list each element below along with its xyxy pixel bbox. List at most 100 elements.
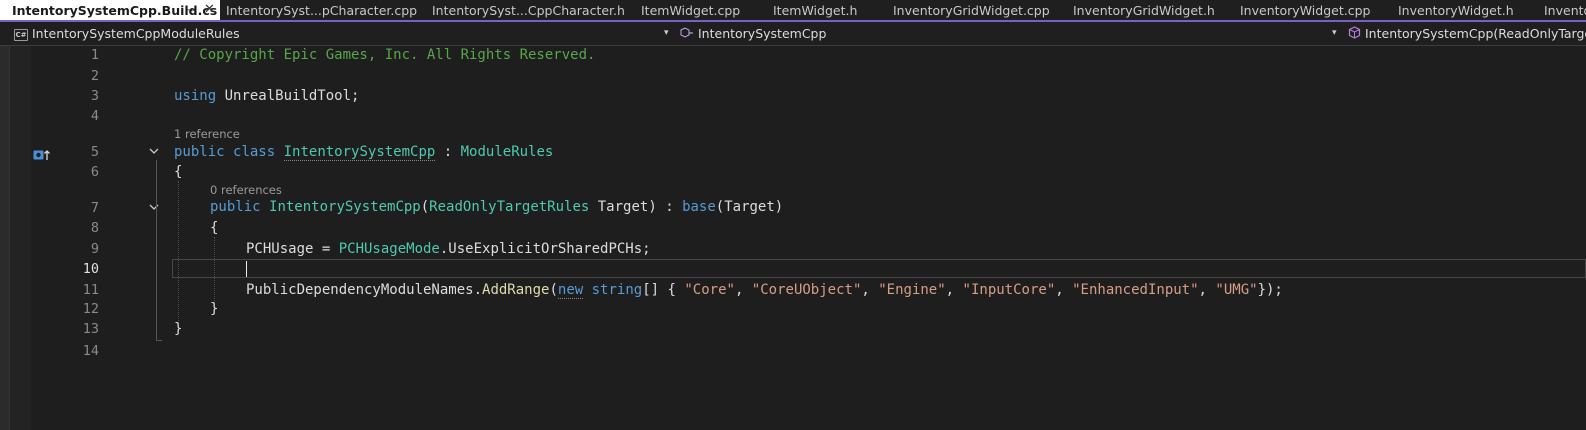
tab-label: ItemWidget.h: [773, 3, 858, 18]
text-caret: [246, 261, 247, 277]
line-number: 12: [82, 301, 99, 317]
class-dropdown[interactable]: IntentorySystemCpp ▾: [680, 22, 1342, 45]
line-number-current: 10: [82, 261, 99, 277]
document-tab-strip: IntentorySystemCpp.Build.cs ⊸ ✕ Intentor…: [0, 0, 1586, 22]
tab-inventorygridwidget-h[interactable]: InventoryGridWidget.h: [1061, 0, 1227, 20]
collapse-chevron-icon[interactable]: [149, 146, 161, 158]
code-line-7[interactable]: public IntentorySystemCpp(ReadOnlyTarget…: [210, 197, 783, 217]
punctuation: ,: [734, 282, 752, 298]
member-dropdown[interactable]: IntentorySystemCpp(ReadOnlyTargetRules T…: [1348, 22, 1586, 45]
tab-inventory-overflow[interactable]: Inventory: [1532, 0, 1586, 20]
punctuation: ,: [1198, 282, 1216, 298]
tab-character-h[interactable]: IntentorySyst...CppCharacter.h: [420, 0, 628, 20]
string-literal: "Core": [684, 282, 735, 298]
class-icon: [680, 23, 694, 45]
code-line-6[interactable]: {: [174, 162, 182, 182]
line-number: 5: [90, 144, 99, 160]
constructor-name: IntentorySystemCpp: [269, 199, 421, 215]
assignment: PCHUsage =: [246, 241, 339, 257]
line-number: 9: [90, 241, 99, 257]
tab-label: InventoryGridWidget.h: [1073, 3, 1215, 18]
chevron-down-icon: ▾: [1332, 28, 1337, 38]
keyword: class: [233, 144, 276, 160]
fold-guide: [156, 160, 157, 340]
string-literal: "InputCore": [962, 282, 1056, 298]
collapse-chevron-icon[interactable]: [149, 202, 161, 214]
line-number: 7: [90, 200, 99, 216]
fold-guide-end: [156, 340, 162, 341]
code-line-1[interactable]: // Copyright Epic Games, Inc. All Rights…: [174, 45, 595, 65]
namespace: UnrealBuildTool;: [224, 88, 360, 104]
chevron-down-icon: ▾: [664, 28, 669, 38]
enum-member: .UseExplicitOrSharedPCHs;: [439, 241, 651, 257]
line-number: 1: [90, 47, 99, 63]
tab-inventorygridwidget-cpp[interactable]: InventoryGridWidget.cpp: [881, 0, 1059, 20]
codelens-references[interactable]: 0 references: [210, 182, 282, 198]
param-name: Target: [589, 199, 649, 215]
line-number: 8: [90, 220, 99, 236]
string-literal: "UMG": [1215, 282, 1258, 298]
line-number: 11: [82, 282, 99, 298]
string-literal: "CoreUObject": [751, 282, 862, 298]
code-line-9[interactable]: PCHUsage = PCHUsageMode.UseExplicitOrSha…: [246, 239, 651, 259]
code-line-12[interactable]: }: [210, 299, 218, 319]
base-type: ModuleRules: [460, 144, 554, 160]
brace: {: [210, 220, 219, 236]
tab-intentorysystemcpp-build-cs[interactable]: IntentorySystemCpp.Build.cs ⊸ ✕: [0, 0, 220, 20]
line-number: 13: [82, 321, 99, 337]
editor-left-margin: [0, 46, 10, 430]
keyword: string: [591, 282, 643, 298]
punctuation: [] {: [642, 282, 685, 298]
implements-icon[interactable]: [33, 146, 51, 165]
tab-itemwidget-h[interactable]: ItemWidget.h: [761, 0, 879, 20]
code-line-11[interactable]: PublicDependencyModuleNames.AddRange(new…: [246, 280, 1283, 300]
tab-character-cpp[interactable]: IntentorySyst...pCharacter.cpp: [214, 0, 418, 20]
line-number: 2: [90, 68, 99, 84]
code-line-3[interactable]: using UnrealBuildTool;: [174, 86, 359, 106]
tab-label: IntentorySyst...CppCharacter.h: [432, 3, 625, 18]
tab-label: InventoryWidget.cpp: [1240, 3, 1371, 18]
tab-label: ItemWidget.cpp: [641, 3, 741, 18]
line-number: 4: [90, 108, 99, 124]
tab-itemwidget-cpp[interactable]: ItemWidget.cpp: [629, 0, 759, 20]
method-cube-icon: [1348, 23, 1361, 45]
param-type: ReadOnlyTargetRules: [429, 199, 590, 215]
codelens-references[interactable]: 1 reference: [174, 126, 240, 142]
string-literal: "EnhancedInput": [1072, 282, 1199, 298]
punctuation: (: [549, 282, 558, 298]
tab-label: IntentorySyst...pCharacter.cpp: [226, 3, 418, 18]
punctuation: :: [435, 144, 461, 160]
glyph-margin: [10, 46, 31, 430]
punctuation: });: [1257, 282, 1283, 298]
member-access: PublicDependencyModuleNames.: [246, 282, 483, 298]
tab-inventorywidget-cpp[interactable]: InventoryWidget.cpp: [1228, 0, 1384, 20]
pin-icon[interactable]: ⊸: [186, 0, 194, 20]
method-name: AddRange: [482, 282, 550, 298]
punctuation: ,: [1055, 282, 1073, 298]
class-label: IntentorySystemCpp: [698, 26, 827, 41]
tab-label: InventoryGridWidget.cpp: [893, 3, 1050, 18]
keyword: using: [174, 88, 217, 104]
code-line-8[interactable]: {: [210, 218, 218, 238]
member-label: IntentorySystemCpp(ReadOnlyTargetRules T…: [1365, 26, 1586, 41]
brace: }: [210, 301, 219, 317]
tab-inventorywidget-h[interactable]: InventoryWidget.h: [1386, 0, 1530, 20]
tab-label: InventoryWidget.h: [1398, 3, 1514, 18]
argument: (Target): [715, 199, 784, 215]
enum-type: PCHUsageMode: [338, 241, 440, 257]
indent-guide: [178, 181, 179, 323]
punctuation: ,: [945, 282, 963, 298]
code-line-5[interactable]: public class IntentorySystemCpp : Module…: [174, 142, 553, 162]
class-name: IntentorySystemCpp: [283, 144, 436, 161]
project-dropdown[interactable]: C# IntentorySystemCppModuleRules ▾: [14, 22, 674, 45]
keyword: base: [682, 199, 716, 215]
navigation-bar: C# IntentorySystemCppModuleRules ▾ Intent…: [0, 22, 1586, 46]
punctuation: (: [420, 199, 430, 215]
code-line-13[interactable]: }: [174, 319, 182, 339]
brace: }: [174, 321, 183, 337]
keyword: public: [210, 199, 261, 215]
project-label: IntentorySystemCppModuleRules: [32, 26, 240, 41]
punctuation: ) :: [648, 199, 683, 215]
line-number: 14: [82, 343, 99, 359]
